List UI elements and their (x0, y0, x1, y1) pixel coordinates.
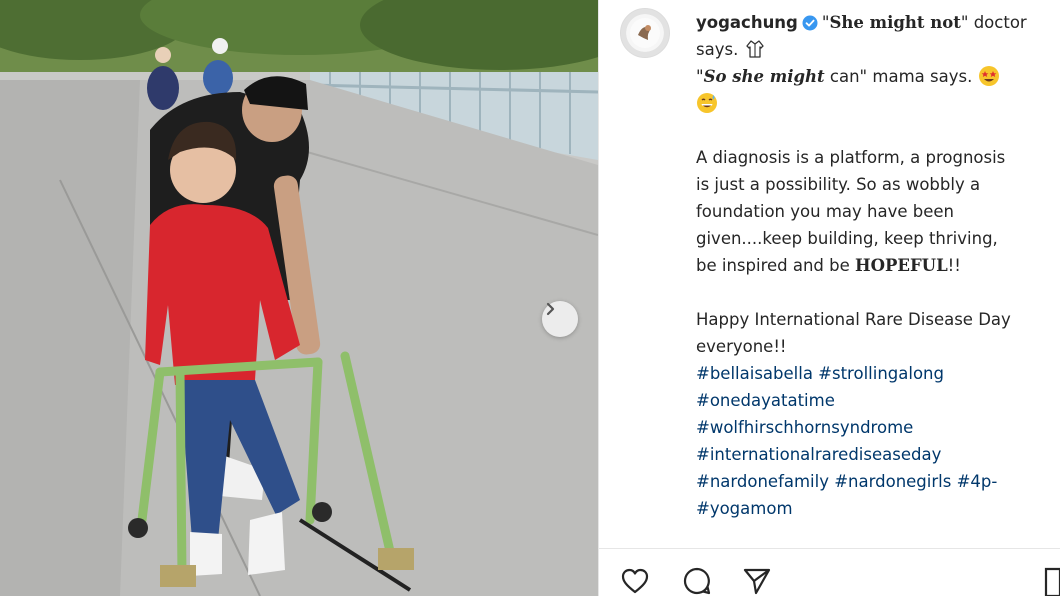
photo-illustration (0, 0, 598, 596)
post-caption: yogachung "She might not" doctor says. "S… (696, 9, 1058, 522)
username-link[interactable]: yogachung (696, 13, 798, 32)
caption-paragraph-line: be inspired and be HOPEFUL!! (696, 256, 961, 275)
hashtag-line[interactable]: #internationalrarediseaseday (696, 441, 1058, 468)
caption-line-4 (696, 90, 1058, 117)
avatar[interactable] (620, 8, 670, 58)
post-photo (0, 0, 598, 596)
caption-paragraph-line: Happy International Rare Disease Day (696, 310, 1011, 329)
star-struck-emoji (978, 66, 999, 86)
hashtag-line[interactable]: #yogamom (696, 495, 1058, 522)
panel-divider (598, 0, 599, 596)
carousel-next-button[interactable] (542, 301, 578, 337)
hashtag-line[interactable]: #bellaisabella #strollingalong (696, 360, 1058, 387)
hashtag-line[interactable]: #nardonefamily #nardonegirls #4p- (696, 468, 1058, 495)
caption-line-3: "So she might can" mama says. (696, 63, 1058, 90)
grinning-sweat-emoji (697, 93, 717, 113)
instagram-post: yogachung "She might not" doctor says. "S… (0, 0, 1060, 596)
caption-paragraph-line: given....keep building, keep thriving, (696, 229, 998, 248)
heart-icon[interactable] (620, 566, 650, 596)
caption-quote-mama: So she might (703, 67, 825, 86)
avatar-logo-icon (630, 18, 660, 48)
paper-plane-icon[interactable] (742, 566, 772, 596)
comment-icon[interactable] (682, 566, 712, 596)
hashtag-line[interactable]: #wolfhirschhornsyndrome (696, 414, 1058, 441)
hopeful-emphasis: HOPEFUL (855, 256, 948, 275)
caption-paragraph-line: everyone!! (696, 337, 787, 356)
caption-line-2: says. (696, 36, 1058, 63)
caption-paragraph-line: A diagnosis is a platform, a prognosis (696, 148, 1006, 167)
actions-divider (599, 548, 1060, 549)
hashtag-line[interactable]: #onedayatatime (696, 387, 1058, 414)
caption-paragraph-line: foundation you may have been (696, 202, 954, 221)
chevron-right-icon (546, 302, 555, 316)
caption-quote-doctor: She might not (829, 13, 961, 32)
doctor-coat-emoji (745, 40, 764, 58)
caption-line-1: yogachung "She might not" doctor (696, 13, 1027, 32)
verified-badge-icon (802, 15, 818, 31)
bookmark-icon[interactable] (1044, 566, 1060, 596)
caption-paragraph-line: is just a possibility. So as wobbly a (696, 175, 981, 194)
